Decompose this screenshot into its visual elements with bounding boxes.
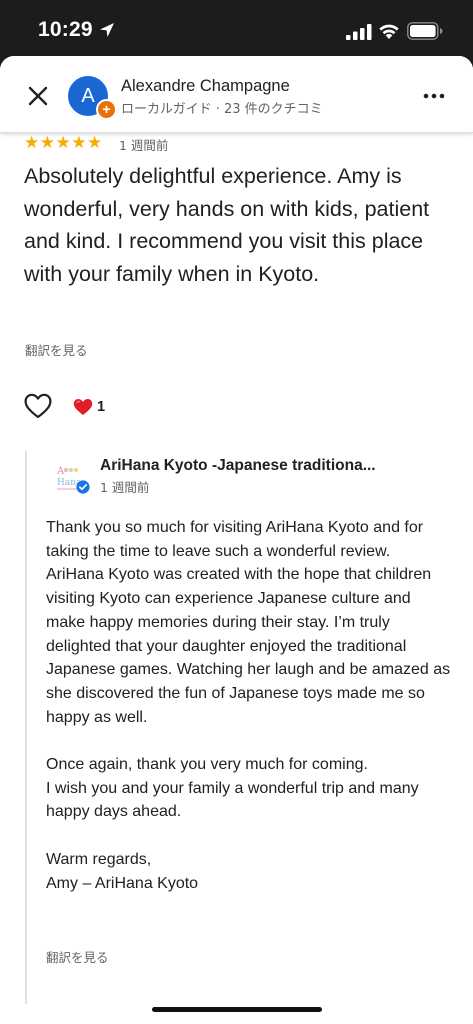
svg-text:A: A <box>56 466 65 477</box>
reaction-count: 1 <box>97 399 106 415</box>
owner-response-date: 1 週間前 <box>100 480 150 495</box>
owner-response-text: Thank you so much for visiting AriHana K… <box>46 516 454 895</box>
battery-icon <box>407 22 443 40</box>
cellular-signal-icon <box>346 24 372 40</box>
local-guide-badge: + <box>96 99 117 120</box>
owner-name[interactable]: AriHana Kyoto -Japanese traditiona... <box>100 457 430 475</box>
owner-response-paragraph: Warm regards, Amy – AriHana Kyoto <box>46 850 199 892</box>
location-arrow-icon <box>100 23 114 37</box>
star-rating: ★★★★★ <box>24 133 103 153</box>
review-date: 1 週間前 <box>119 138 169 153</box>
red-heart-icon <box>73 399 93 415</box>
review-text: Absolutely delightful experience. Amy is… <box>24 164 430 286</box>
owner-response-paragraph: Once again, thank you very much for comi… <box>46 756 419 821</box>
reviewer-meta: ローカルガイド · 23 件のクチコミ <box>121 102 323 117</box>
close-icon[interactable] <box>24 82 52 110</box>
owner-response-rule <box>25 451 27 1004</box>
reaction-heart[interactable]: 1 <box>73 396 105 418</box>
reviewer-name[interactable]: Alexandre Champagne <box>121 77 290 96</box>
review-header: A + Alexandre Champagne ローカルガイド · 23 件のク… <box>0 56 473 133</box>
home-indicator <box>152 1007 322 1012</box>
verified-check-icon <box>76 480 90 494</box>
more-vert-icon[interactable] <box>420 82 448 110</box>
owner-translate-link[interactable]: 翻訳を見る <box>46 947 109 966</box>
translate-link[interactable]: 翻訳を見る <box>25 340 88 359</box>
wifi-icon <box>379 24 399 39</box>
heart-outline-icon[interactable] <box>24 393 52 419</box>
status-time: 10:29 <box>38 18 93 41</box>
owner-response-paragraph: Thank you so much for visiting AriHana K… <box>46 519 451 726</box>
